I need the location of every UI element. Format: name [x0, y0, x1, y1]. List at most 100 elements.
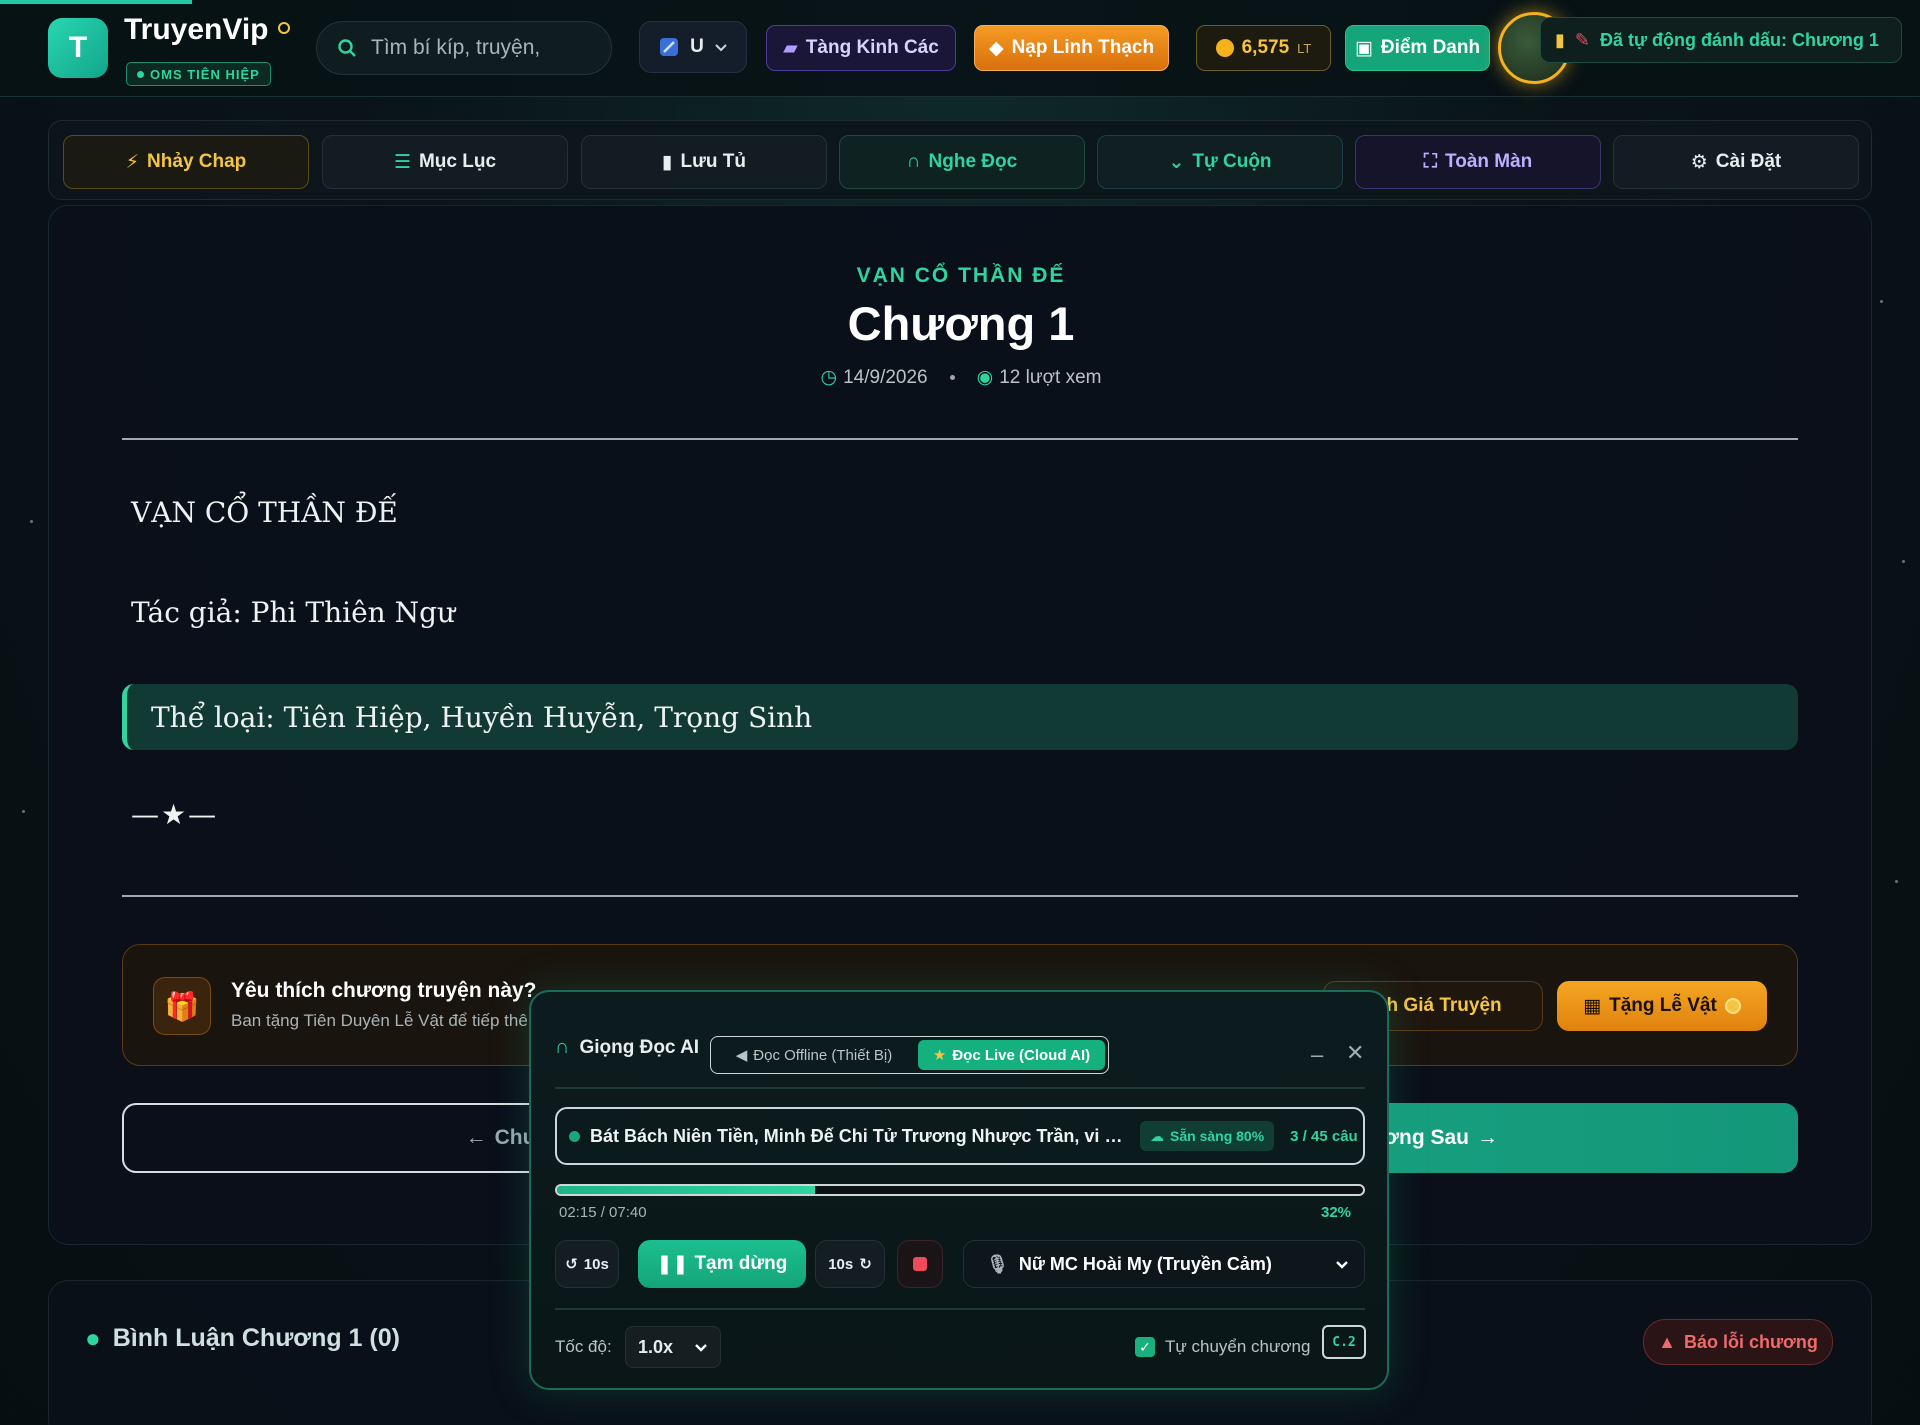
- forward-10s-button[interactable]: 10s ↻: [815, 1240, 885, 1288]
- fullscreen-label: Toàn Màn: [1445, 151, 1533, 172]
- listen-label: Nghe Đọc: [928, 151, 1018, 172]
- close-icon[interactable]: ✕: [1346, 1040, 1364, 1066]
- live-mode-label: Đọc Live (Cloud AI): [952, 1046, 1091, 1064]
- autoscroll-label: Tự Cuộn: [1192, 151, 1272, 172]
- rotate-right-icon: ↻: [859, 1256, 872, 1273]
- fullscreen-button[interactable]: ⛶ Toàn Màn: [1355, 135, 1601, 189]
- voice-selected-value: Nữ MC Hoài My (Truyền Cảm): [1018, 1253, 1272, 1274]
- star-icon: ★: [932, 1047, 947, 1064]
- clock-icon: ◷: [820, 367, 838, 388]
- meta-separator: [949, 375, 955, 380]
- divider: [122, 438, 1798, 440]
- headphones-icon: ∩: [555, 1036, 570, 1058]
- jump-chapter-button[interactable]: ⚡ Nhảy Chap: [63, 135, 309, 189]
- toc-button[interactable]: ☰ Mục Lục: [322, 135, 568, 189]
- chapter-toolbar: ⚡ Nhảy Chap ☰ Mục Lục ▮ Lưu Tủ ∩ Nghe Đọc ⌄ T…: [48, 120, 1872, 200]
- genre-text: Thể loại: Tiên Hiệp, Huyền Huyễn, Trọng …: [151, 700, 813, 734]
- stop-icon: [913, 1257, 927, 1271]
- auto-next-label: Tự chuyển chương: [1165, 1337, 1311, 1356]
- save-button[interactable]: ▮ Lưu Tủ: [581, 135, 827, 189]
- chapter-views: ◉ 12 lượt xem: [976, 367, 1102, 388]
- gift-icon: ▦: [1583, 995, 1602, 1017]
- warning-icon: ▲: [1658, 1331, 1676, 1352]
- cloud-icon: ☁: [1150, 1127, 1164, 1144]
- next-chapter-label: ơng Sau: [1384, 1126, 1469, 1149]
- speed-label: Tốc độ:: [555, 1337, 612, 1356]
- search-box[interactable]: [316, 21, 612, 75]
- comments-title: ● Bình Luận Chương 1 (0): [85, 1323, 400, 1353]
- speed-value: 1.0x: [638, 1336, 674, 1357]
- topup-button[interactable]: ◆ Nạp Linh Thạch: [974, 25, 1169, 71]
- arrow-left-icon: ←: [465, 1126, 487, 1149]
- pause-button[interactable]: ❚❚ Tạm dừng: [638, 1240, 806, 1288]
- minimize-icon[interactable]: –: [1311, 1042, 1323, 1068]
- speed-select[interactable]: 1.0x: [625, 1326, 721, 1368]
- toast-text: Đã tự động đánh dấu: Chương 1: [1600, 29, 1879, 50]
- ai-voice-panel: ∩ Giọng Đọc AI ◀ Đọc Offline (Thiết Bị) ★…: [529, 990, 1389, 1390]
- voice-select[interactable]: 🎙 Nữ MC Hoài My (Truyền Cảm): [963, 1240, 1365, 1288]
- logo[interactable]: T: [48, 18, 108, 78]
- library-label: Tàng Kinh Các: [805, 37, 939, 58]
- pin-icon: ✎: [1574, 29, 1590, 50]
- scroll-icon: ▰: [783, 37, 798, 59]
- divider: [555, 1308, 1365, 1310]
- chevron-down-icon: [1336, 1261, 1348, 1269]
- send-gift-label: Tặng Lễ Vật: [1609, 995, 1717, 1016]
- checkbox-checked-icon[interactable]: ✓: [1135, 1337, 1155, 1357]
- ai-voice-title: ∩ Giọng Đọc AI: [555, 1036, 700, 1058]
- gear-icon: ⚙: [1690, 151, 1708, 173]
- gift-title: Yêu thích chương truyện này?: [231, 979, 537, 1002]
- settings-button[interactable]: ⚙ Cài Đặt: [1613, 135, 1859, 189]
- chapter-date: ◷ 14/9/2026: [820, 367, 928, 388]
- listen-button[interactable]: ∩ Nghe Đọc: [839, 135, 1085, 189]
- library-button[interactable]: ▰ Tàng Kinh Các: [766, 25, 956, 71]
- headphones-icon: ∩: [906, 151, 921, 172]
- coin-value: 6,575: [1241, 37, 1290, 58]
- genre-callout: Thể loại: Tiên Hiệp, Huyền Huyễn, Trọng …: [122, 684, 1798, 750]
- jump-chapter-label: Nhảy Chap: [147, 151, 247, 172]
- auto-bookmark-toast: ▮ ✎ Đã tự động đánh dấu: Chương 1: [1540, 17, 1902, 63]
- save-label: Lưu Tủ: [680, 151, 746, 172]
- playback-progress-bar[interactable]: [555, 1184, 1365, 1196]
- autoscroll-button[interactable]: ⌄ Tự Cuộn: [1097, 135, 1343, 189]
- user-initial: U: [690, 36, 704, 57]
- send-gift-button[interactable]: ▦ Tặng Lễ Vật: [1557, 981, 1767, 1031]
- coin-unit: LT: [1297, 40, 1312, 56]
- report-chapter-button[interactable]: ▲ Báo lỗi chương: [1643, 1319, 1833, 1365]
- ornament-divider: —★—: [131, 798, 219, 831]
- divider: [122, 895, 1798, 897]
- offline-mode-tab[interactable]: ◀ Đọc Offline (Thiết Bị): [714, 1046, 914, 1065]
- quill-icon: [660, 38, 679, 56]
- search-icon: [338, 39, 356, 57]
- voice-mode-switch: ◀ Đọc Offline (Thiết Bị) ★ Đọc Live (Cloud…: [710, 1036, 1109, 1074]
- speaker-icon: ◀: [735, 1047, 748, 1064]
- top-header: T TruyenVip OMS TIÊN HIỆP U ▰ Tàng Kinh …: [0, 0, 1920, 97]
- next-chapter-tag: C.2: [1322, 1325, 1366, 1359]
- arrow-right-icon: →: [1477, 1126, 1498, 1149]
- brand-name[interactable]: TruyenVip: [124, 13, 269, 47]
- content-paragraph: Tác giả: Phi Thiên Ngư: [131, 596, 456, 629]
- sentence-counter: 3 / 45 câu: [1290, 1127, 1358, 1145]
- calendar-check-icon: ▣: [1354, 37, 1373, 59]
- gift-icon: 🎁: [153, 977, 211, 1035]
- report-chapter-label: Báo lỗi chương: [1683, 1331, 1818, 1352]
- auto-next-chapter-toggle[interactable]: ✓ Tự chuyển chương: [1135, 1337, 1310, 1357]
- playback-time: 02:15 / 07:40: [559, 1204, 647, 1221]
- search-input[interactable]: [371, 36, 571, 60]
- story-name[interactable]: VẠN CỔ THẦN ĐẾ: [49, 264, 1873, 288]
- bookmark-icon: ▮: [1555, 29, 1565, 50]
- stop-button[interactable]: [897, 1240, 943, 1288]
- checkin-label: Điểm Danh: [1380, 37, 1481, 58]
- rewind-10s-button[interactable]: ↺ 10s: [555, 1240, 619, 1288]
- expand-icon: ⛶: [1423, 151, 1438, 172]
- coin-balance[interactable]: 6,575 LT: [1196, 25, 1331, 71]
- bookmark-icon: ▮: [662, 151, 673, 173]
- checkin-button[interactable]: ▣ Điểm Danh: [1345, 25, 1490, 71]
- user-menu-button[interactable]: U: [639, 21, 747, 73]
- bolt-icon: ⚡: [125, 151, 140, 173]
- live-mode-tab[interactable]: ★ Đọc Live (Cloud AI): [918, 1040, 1105, 1070]
- brand-sparkle-icon: [278, 22, 290, 34]
- pause-icon: ❚❚: [656, 1253, 689, 1275]
- eye-icon: ◉: [976, 367, 994, 388]
- chat-bubbles-icon: ●: [85, 1323, 101, 1353]
